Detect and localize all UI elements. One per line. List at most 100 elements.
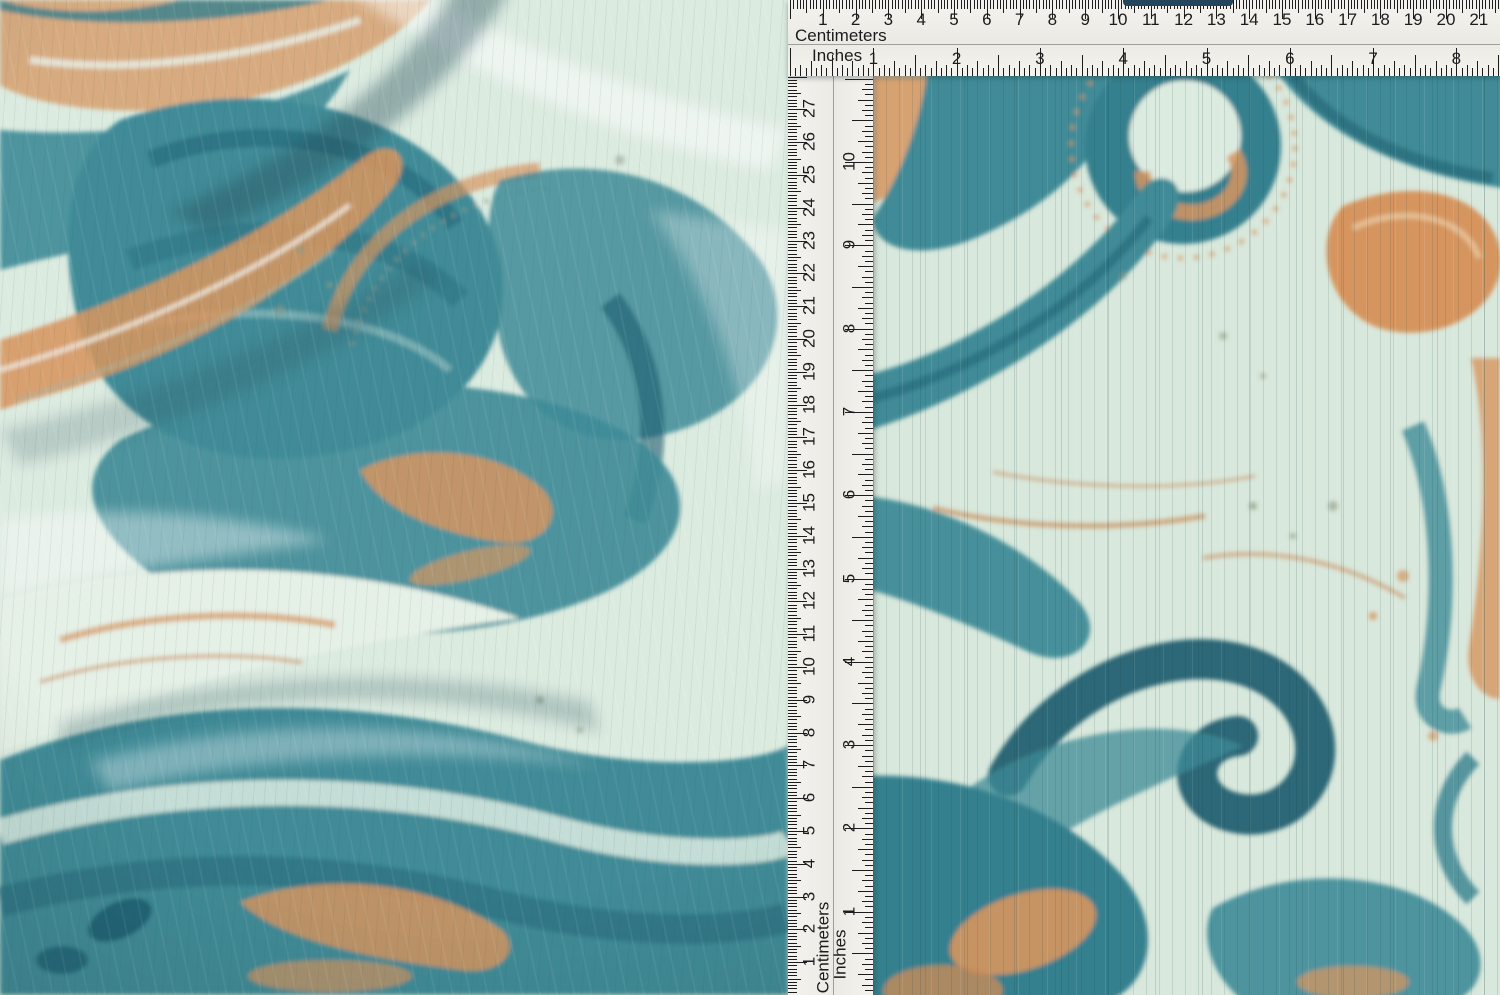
inch-tick: [862, 756, 873, 757]
cm-tick: [862, 0, 863, 9]
cm-tick: [1439, 0, 1440, 9]
inch-tick: [865, 938, 873, 939]
cm-tick: [869, 0, 870, 9]
inch-tick: [865, 729, 873, 730]
inch-tick: [865, 532, 873, 533]
cm-number: 10: [1105, 11, 1131, 29]
inch-tick: [865, 209, 873, 210]
inch-tick: [946, 65, 947, 76]
inch-tick: [858, 391, 873, 392]
cm-tick: [1338, 0, 1339, 9]
inch-tick: [865, 365, 873, 366]
inch-tick: [1056, 68, 1057, 76]
cm-tick: [1298, 0, 1299, 13]
cm-tick: [788, 651, 801, 652]
inch-tick: [1050, 65, 1051, 76]
cm-tick: [947, 0, 948, 9]
cm-tick: [1397, 0, 1398, 13]
cm-number: 15: [1269, 11, 1295, 29]
cm-tick: [788, 90, 797, 91]
cm-tick: [788, 434, 797, 435]
cm-tick: [788, 119, 797, 120]
cm-tick: [1384, 0, 1385, 9]
inch-tick: [865, 698, 873, 699]
cm-tick: [788, 562, 797, 563]
inch-tick: [858, 724, 873, 725]
inch-tick: [862, 193, 873, 194]
cm-number: 6: [802, 784, 817, 812]
inch-tick: [1212, 68, 1213, 76]
cm-tick: [788, 83, 797, 84]
cm-tick: [788, 759, 797, 760]
cm-tick: [941, 0, 942, 9]
inch-tick: [865, 500, 873, 501]
cm-tick: [788, 916, 797, 917]
cm-tick: [803, 0, 804, 9]
cm-tick: [839, 0, 840, 13]
cm-number: 20: [1433, 11, 1459, 29]
cm-tick: [788, 359, 797, 360]
inch-tick: [862, 464, 873, 465]
fabric-scale-photo: 123456789101112131415161718192021 Centim…: [0, 0, 1500, 995]
cm-tick: [1003, 0, 1004, 13]
inch-tick: [1149, 68, 1150, 76]
cm-tick: [1243, 0, 1244, 9]
inch-tick: [1035, 68, 1036, 76]
inch-tick: [845, 579, 873, 580]
cm-tick: [788, 332, 797, 333]
cm-tick: [1334, 0, 1335, 9]
cm-tick: [1472, 0, 1473, 9]
cm-tick: [990, 0, 991, 9]
cm-tick: [788, 611, 797, 612]
inch-tick: [862, 485, 873, 486]
inch-tick: [863, 65, 864, 76]
cm-tick: [788, 365, 797, 366]
cm-tick: [788, 821, 797, 822]
cm-tick: [1390, 0, 1391, 9]
cm-tick: [788, 391, 797, 392]
cm-tick: [788, 598, 797, 599]
cm-tick: [788, 801, 797, 802]
cm-tick: [788, 369, 797, 370]
cm-tick: [788, 80, 797, 81]
inch-tick: [858, 599, 873, 600]
inch-tick: [1326, 68, 1327, 76]
cm-tick: [788, 96, 797, 97]
cm-tick: [788, 887, 797, 888]
inch-tick: [865, 906, 873, 907]
inch-tick: [858, 433, 873, 434]
cm-number: 27: [802, 95, 817, 123]
cm-tick: [1069, 0, 1070, 13]
inch-tick: [1441, 68, 1442, 76]
inch-tick: [1269, 61, 1270, 76]
cm-tick: [898, 0, 899, 9]
inch-tick: [1144, 61, 1145, 76]
horizontal-inches-label: Inches: [812, 46, 862, 66]
inch-tick: [862, 860, 873, 861]
inch-tick: [865, 875, 873, 876]
cm-tick: [788, 552, 801, 553]
inch-tick: [865, 823, 873, 824]
inch-tick: [983, 68, 984, 76]
inch-tick: [865, 396, 873, 397]
cm-tick: [788, 949, 797, 950]
inch-tick: [1394, 61, 1395, 76]
vertical-centimeters-label: Centimeters: [816, 902, 831, 994]
cm-tick: [788, 454, 801, 455]
cm-tick: [1321, 0, 1322, 9]
background-object-sliver: [1123, 0, 1233, 6]
cm-tick: [1023, 0, 1024, 9]
cm-tick: [911, 0, 912, 9]
cm-tick: [788, 565, 797, 566]
inch-tick: [845, 329, 873, 330]
inch-tick: [862, 360, 873, 361]
inch-tick: [1154, 65, 1155, 76]
cm-tick: [1341, 0, 1342, 9]
cm-tick: [1066, 0, 1067, 9]
cm-tick: [788, 841, 797, 842]
cm-tick: [788, 103, 797, 104]
inch-tick: [852, 537, 873, 538]
cm-tick: [788, 188, 797, 189]
inch-tick: [1253, 68, 1254, 76]
cm-tick: [957, 0, 958, 9]
